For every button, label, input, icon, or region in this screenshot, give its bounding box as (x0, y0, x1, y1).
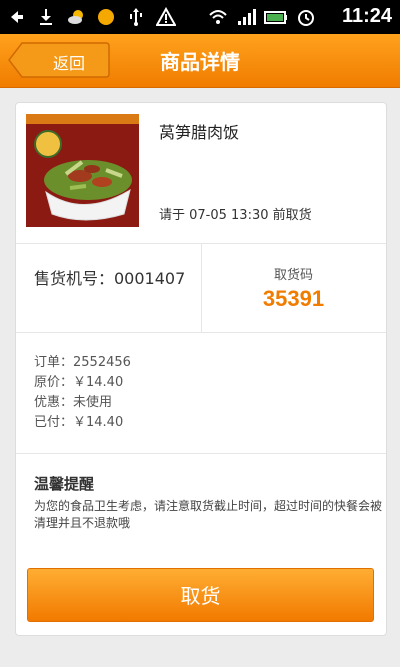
divider (16, 332, 386, 333)
pickup-deadline: 请于 07-05 13:30 前取货 (159, 208, 312, 223)
download-icon (40, 9, 52, 25)
alarm-icon (298, 10, 314, 26)
warning-icon (156, 7, 176, 26)
status-time: 11:24 (341, 5, 392, 27)
paid-amount: 已付：￥14.40 (34, 415, 124, 430)
order-detail-card: 莴笋腊肉饭 请于 07-05 13:30 前取货 售货机号：0001407 取货… (15, 102, 387, 636)
food-bowl-image (26, 114, 139, 227)
product-image (26, 114, 139, 227)
order-number: 订单：2552456 (34, 355, 131, 370)
divider (16, 453, 386, 454)
vending-machine-number: 售货机号：0001407 (34, 269, 186, 288)
tip-text: 为您的食品卫生考虑，请注意取货截止时间，超过时间的快餐会被清理并且不退款哦 (34, 499, 383, 530)
order-info: 订单：2552456 原价：￥14.40 优惠：未使用 已付：￥14.40 (34, 353, 131, 433)
usb-icon (130, 8, 142, 26)
system-icons (208, 6, 316, 28)
notification-icons (6, 6, 176, 28)
wifi-icon (209, 10, 227, 24)
back-button[interactable]: 返回 (8, 42, 110, 78)
battery-icon (264, 11, 287, 24)
sun-icon (98, 9, 114, 25)
pickup-code-value: 35391 (262, 286, 325, 311)
status-bar: 11:24 (0, 0, 400, 34)
title-bar: 返回 商品详情 (0, 34, 400, 88)
signal-icon (238, 9, 256, 25)
back-arrow-icon (11, 11, 23, 23)
back-button-label: 返回 (52, 54, 85, 73)
tip-title: 温馨提醒 (34, 475, 95, 493)
product-name: 莴笋腊肉饭 (159, 123, 240, 142)
pickup-code-label: 取货码 (273, 268, 313, 283)
original-price: 原价：￥14.40 (34, 375, 124, 390)
pickup-button[interactable]: 取货 (27, 568, 374, 622)
weather-icon (68, 10, 83, 24)
discount: 优惠：未使用 (34, 395, 113, 410)
